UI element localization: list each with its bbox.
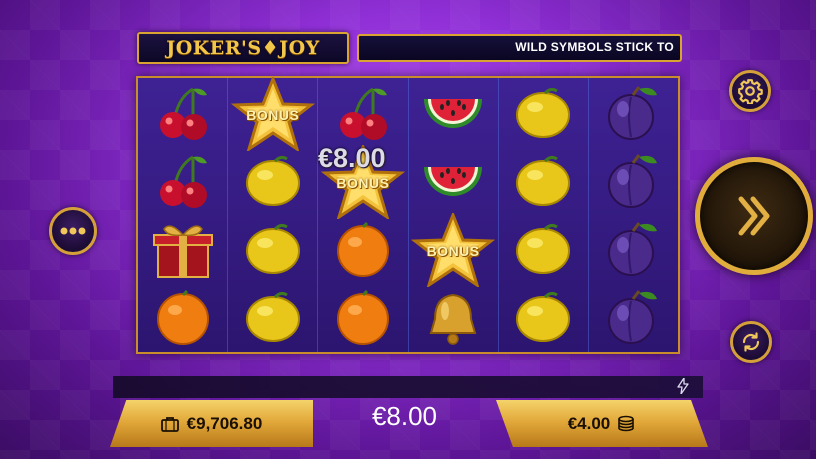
spin-button[interactable] <box>695 157 813 275</box>
refresh-icon <box>742 332 760 352</box>
lemon-symbol <box>499 148 588 216</box>
symbol-win-amount: €8.00 <box>318 143 386 173</box>
bonus-label: BONUS <box>336 175 390 191</box>
game-logo: JOKER'S♦JOY <box>137 32 349 64</box>
watermelon-symbol <box>409 148 498 216</box>
info-ticker: WILD SYMBOLS STICK TO <box>357 34 682 62</box>
bet-panel[interactable]: €4.00 <box>496 400 708 447</box>
orange-symbol <box>318 216 407 284</box>
star-bonus-symbol: BONUS <box>409 213 498 287</box>
plum-symbol <box>589 284 678 352</box>
orange-symbol <box>318 284 407 352</box>
reel-5 <box>499 78 589 352</box>
total-win-value: €8.00 <box>371 400 438 431</box>
reels-area: BONUS BONUS BONUS <box>136 76 680 354</box>
reel-6 <box>589 78 678 352</box>
coin-stack-icon <box>616 415 636 433</box>
cherry-symbol <box>138 148 227 216</box>
more-dots-icon <box>60 227 86 235</box>
reel-1 <box>138 78 229 352</box>
bet-value: €4.00 <box>567 413 611 433</box>
double-chevron-right-icon <box>738 196 770 236</box>
gift-symbol <box>138 216 227 284</box>
orange-symbol <box>138 284 227 352</box>
ticker-text: WILD SYMBOLS STICK TO <box>515 40 674 54</box>
lemon-symbol <box>228 148 317 216</box>
lemon-symbol <box>499 216 588 284</box>
total-win-display: €8.00 <box>313 398 496 434</box>
bottom-info-strip <box>113 376 703 398</box>
balance-panel: €9,706.80 <box>110 400 313 447</box>
gear-icon <box>738 79 763 104</box>
lightning-icon <box>677 377 689 395</box>
lemon-symbol <box>228 284 317 352</box>
autoplay-button[interactable] <box>730 321 772 363</box>
lemon-symbol <box>228 216 317 284</box>
reel-4: BONUS <box>409 78 499 352</box>
bell-symbol <box>409 284 498 352</box>
plum-symbol <box>589 216 678 284</box>
game-logo-text: JOKER'S♦JOY <box>166 37 320 59</box>
briefcase-icon <box>160 416 179 432</box>
menu-button[interactable] <box>49 207 97 255</box>
settings-button[interactable] <box>729 70 771 112</box>
star-bonus-symbol: BONUS <box>228 77 317 151</box>
watermelon-symbol <box>409 80 498 148</box>
reel-2: BONUS <box>228 77 319 352</box>
lemon-symbol <box>499 284 588 352</box>
balance-value: €9,706.80 <box>186 413 263 433</box>
lemon-symbol <box>499 80 588 148</box>
cherry-symbol <box>138 80 227 148</box>
bonus-label: BONUS <box>426 243 480 259</box>
cherry-symbol <box>318 80 407 148</box>
reel-3: BONUS <box>318 78 409 352</box>
plum-symbol <box>589 80 678 148</box>
plum-symbol <box>589 148 678 216</box>
turbo-button[interactable] <box>677 377 689 397</box>
bonus-label: BONUS <box>246 107 300 123</box>
